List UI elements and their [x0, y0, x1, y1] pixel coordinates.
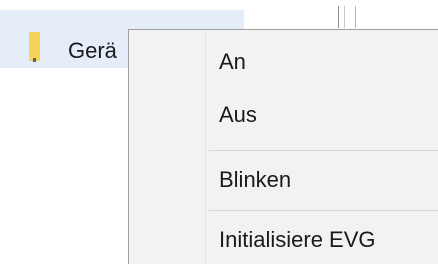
folder-icon [29, 32, 40, 61]
column-divider[interactable] [338, 6, 339, 28]
menu-item-blinken[interactable]: Blinken [219, 160, 438, 200]
column-divider[interactable] [355, 6, 356, 28]
menu-item-an[interactable]: An [219, 42, 438, 82]
menu-separator [209, 150, 438, 151]
expand-marker-icon [33, 58, 36, 62]
menu-item-aus[interactable]: Aus [219, 95, 438, 135]
tree-item-label: Gerä [68, 38, 117, 63]
screen: Gerä An Aus Blinken Initialisiere EVG [0, 0, 438, 264]
menu-separator [209, 210, 438, 211]
context-menu: An Aus Blinken Initialisiere EVG [128, 29, 438, 264]
menu-gutter-divider [205, 34, 206, 264]
column-divider[interactable] [344, 6, 345, 28]
menu-item-initialisiere-evg[interactable]: Initialisiere EVG [219, 220, 438, 260]
